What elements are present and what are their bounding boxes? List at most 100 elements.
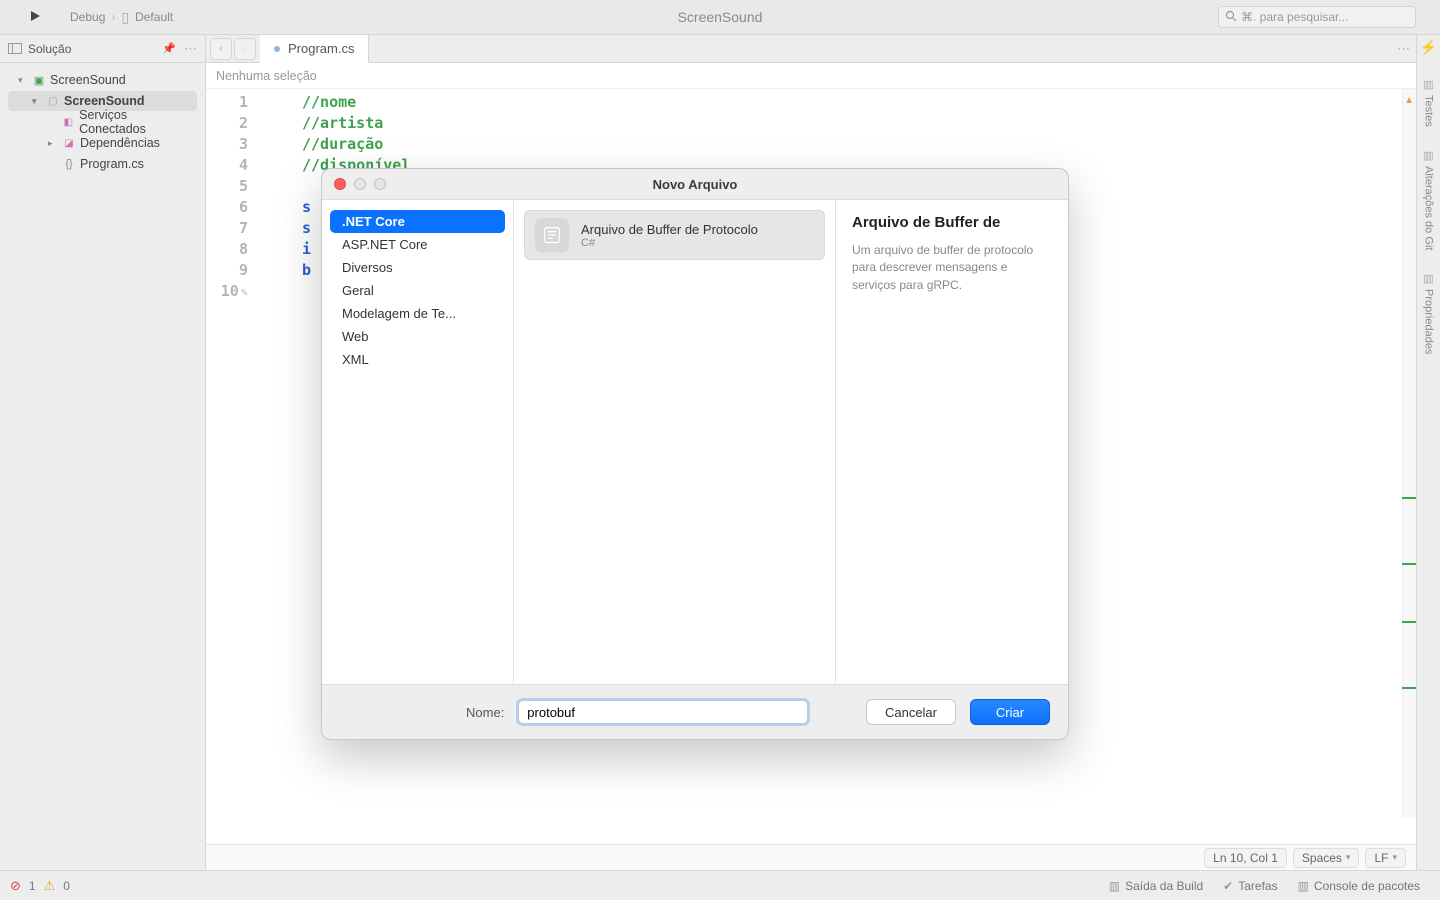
csharp-file-icon: {} bbox=[62, 158, 76, 170]
file-name-input[interactable] bbox=[518, 700, 808, 724]
template-description: Arquivo de Buffer de Um arquivo de buffe… bbox=[836, 200, 1068, 684]
category-item[interactable]: XML bbox=[330, 348, 505, 371]
error-count: 1 bbox=[29, 879, 36, 893]
dialog-title: Novo Arquivo bbox=[653, 177, 738, 192]
editor-breadcrumb[interactable]: Nenhuma seleção bbox=[206, 63, 1416, 89]
pin-icon[interactable]: 📌 bbox=[162, 42, 176, 55]
window-title: ScreenSound bbox=[678, 9, 763, 25]
search-placeholder: ⌘. para pesquisar... bbox=[1241, 10, 1348, 24]
sidebar-header: Solução 📌 ⋯ bbox=[0, 35, 205, 63]
breadcrumb-label: Nenhuma seleção bbox=[216, 69, 317, 83]
panel-icon: ▥ bbox=[1298, 879, 1309, 893]
nav-forward-button[interactable]: › bbox=[234, 38, 256, 60]
editor-tab-program[interactable]: Program.cs bbox=[260, 35, 369, 63]
tree-file-program[interactable]: {} Program.cs bbox=[8, 154, 197, 174]
tab-strip: ‹ › Program.cs ⋯ bbox=[206, 35, 1416, 63]
chevron-down-icon[interactable]: ▾ bbox=[32, 96, 42, 107]
warning-count: 0 bbox=[63, 879, 70, 893]
global-search[interactable]: ⌘. para pesquisar... bbox=[1218, 6, 1416, 28]
services-icon: ◧ bbox=[62, 117, 76, 128]
template-item-protobuf[interactable]: Arquivo de Buffer de Protocolo C# bbox=[524, 210, 825, 260]
panel-icon: ▥ bbox=[1422, 149, 1435, 162]
tree-solution[interactable]: ▾ ▣ ScreenSound bbox=[8, 70, 197, 90]
solution-icon: ▣ bbox=[32, 74, 46, 87]
status-bar: ⊘ 1 ⚠ 0 ▥ Saída da Build ✔ Tarefas ▥ Con… bbox=[0, 870, 1440, 900]
indent-label: Spaces bbox=[1302, 851, 1342, 865]
document-icon: ▯ bbox=[121, 9, 129, 26]
run-icon[interactable] bbox=[28, 9, 42, 26]
error-icon: ⊘ bbox=[10, 878, 21, 894]
template-subtitle: C# bbox=[581, 237, 758, 249]
dependencies-icon: ◪ bbox=[62, 138, 76, 149]
cursor-position[interactable]: Ln 10, Col 1 bbox=[1204, 848, 1287, 868]
close-window-button[interactable] bbox=[334, 178, 346, 190]
run-target-label: Default bbox=[135, 10, 173, 24]
category-item[interactable]: Web bbox=[330, 325, 505, 348]
tree-dependencies[interactable]: ▸ ◪ Dependências bbox=[8, 133, 197, 153]
panel-label: Saída da Build bbox=[1125, 879, 1203, 893]
panel-tab-tasks[interactable]: ✔ Tarefas bbox=[1213, 879, 1287, 893]
panel-icon: ▥ bbox=[1422, 78, 1435, 91]
maximize-window-button[interactable] bbox=[374, 178, 386, 190]
tree-connected-services[interactable]: ◧ Serviços Conectados bbox=[8, 112, 197, 132]
editor-status-bar: Ln 10, Col 1 Spaces ▾ LF ▾ bbox=[206, 844, 1416, 870]
cancel-button[interactable]: Cancelar bbox=[866, 699, 956, 725]
rail-label: Testes bbox=[1423, 95, 1435, 127]
tree-label: ScreenSound bbox=[64, 94, 145, 108]
chevron-down-icon[interactable]: ▾ bbox=[18, 75, 28, 86]
chevron-down-icon: ▾ bbox=[1392, 852, 1397, 863]
search-icon bbox=[1225, 10, 1237, 25]
category-list: .NET CoreASP.NET CoreDiversosGeralModela… bbox=[322, 200, 514, 684]
dialog-titlebar: Novo Arquivo bbox=[322, 169, 1068, 199]
rail-label: Propriedades bbox=[1423, 289, 1435, 354]
rail-tab-git[interactable]: ▥ Alterações do Git bbox=[1422, 149, 1435, 250]
nav-back-button[interactable]: ‹ bbox=[210, 38, 232, 60]
line-endings-label: LF bbox=[1374, 851, 1388, 865]
run-config-crumbs[interactable]: Debug › ▯ Default bbox=[70, 9, 173, 26]
titlebar: Debug › ▯ Default ScreenSound ⌘. para pe… bbox=[0, 0, 1440, 35]
panel-label: Console de pacotes bbox=[1314, 879, 1420, 893]
diagnostics[interactable]: ⊘ 1 ⚠ 0 bbox=[10, 878, 70, 894]
tab-label: Program.cs bbox=[288, 41, 354, 56]
rail-tab-properties[interactable]: ▥ Propriedades bbox=[1422, 272, 1435, 354]
chevron-right-icon[interactable]: ▸ bbox=[48, 138, 58, 149]
more-icon[interactable]: ⋯ bbox=[184, 41, 197, 57]
run-config-label: Debug bbox=[70, 10, 105, 24]
panel-icon bbox=[8, 43, 22, 54]
category-item[interactable]: Geral bbox=[330, 279, 505, 302]
chevron-right-icon: › bbox=[111, 10, 115, 24]
panel-tab-build[interactable]: ▥ Saída da Build bbox=[1099, 879, 1213, 893]
chevron-down-icon: ▾ bbox=[1346, 852, 1351, 863]
dialog-footer: Nome: Cancelar Criar bbox=[322, 685, 1068, 739]
indent-selector[interactable]: Spaces ▾ bbox=[1293, 848, 1360, 868]
rail-tab-tests[interactable]: ▥ Testes bbox=[1422, 78, 1435, 127]
line-endings-selector[interactable]: LF ▾ bbox=[1365, 848, 1406, 868]
minimize-window-button[interactable] bbox=[354, 178, 366, 190]
description-body: Um arquivo de buffer de protocolo para d… bbox=[852, 242, 1052, 294]
category-item[interactable]: ASP.NET Core bbox=[330, 233, 505, 256]
new-file-dialog: Novo Arquivo .NET CoreASP.NET CoreDivers… bbox=[321, 168, 1069, 740]
cursor-position-label: Ln 10, Col 1 bbox=[1213, 851, 1278, 865]
solution-sidebar: Solução 📌 ⋯ ▾ ▣ ScreenSound ▾ ▢ ScreenSo… bbox=[0, 35, 206, 870]
category-item[interactable]: Diversos bbox=[330, 256, 505, 279]
name-label: Nome: bbox=[466, 705, 504, 720]
tree-label: Dependências bbox=[80, 136, 160, 150]
bolt-icon[interactable]: ⚡ bbox=[1420, 39, 1437, 56]
warning-icon: ⚠ bbox=[44, 878, 56, 894]
check-icon: ✔ bbox=[1223, 879, 1233, 893]
panel-tab-packages[interactable]: ▥ Console de pacotes bbox=[1288, 879, 1430, 893]
tab-overflow-button[interactable]: ⋯ bbox=[1391, 35, 1416, 62]
warning-marker-icon: ▲ bbox=[1404, 95, 1414, 106]
solution-tree: ▾ ▣ ScreenSound ▾ ▢ ScreenSound ◧ Serviç… bbox=[0, 63, 205, 181]
tree-label: Serviços Conectados bbox=[79, 108, 193, 136]
template-list: Arquivo de Buffer de Protocolo C# bbox=[514, 200, 836, 684]
dialog-body: .NET CoreASP.NET CoreDiversosGeralModela… bbox=[322, 199, 1068, 685]
window-controls bbox=[334, 178, 386, 190]
category-item[interactable]: Modelagem de Te... bbox=[330, 302, 505, 325]
category-item[interactable]: .NET Core bbox=[330, 210, 505, 233]
panel-icon: ▥ bbox=[1422, 272, 1435, 285]
dirty-indicator-icon bbox=[274, 46, 280, 52]
project-icon: ▢ bbox=[46, 96, 60, 107]
right-rail: ⚡ ▥ Testes ▥ Alterações do Git ▥ Proprie… bbox=[1416, 35, 1440, 870]
create-button[interactable]: Criar bbox=[970, 699, 1050, 725]
